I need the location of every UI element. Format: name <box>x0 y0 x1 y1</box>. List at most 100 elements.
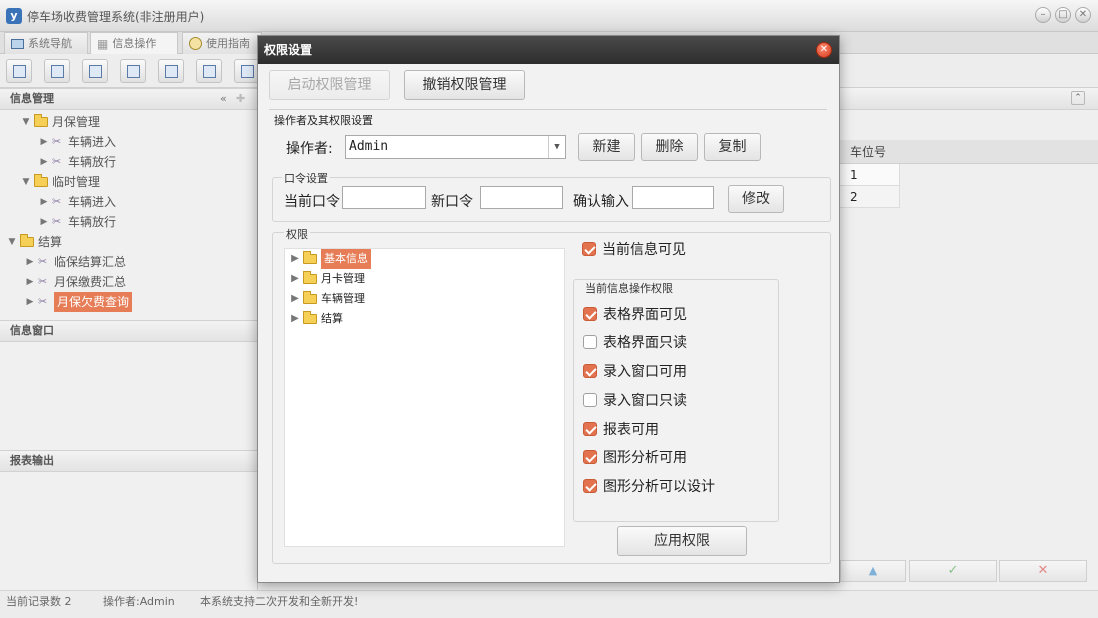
op-checkbox-row[interactable]: 图形分析可以设计 <box>583 476 715 496</box>
confirm-button[interactable]: ✓ <box>909 560 997 582</box>
document-tool-button[interactable] <box>82 59 108 83</box>
clock-icon <box>189 37 202 50</box>
op-checkbox[interactable] <box>583 479 597 493</box>
tree-label: 临时管理 <box>52 175 101 189</box>
perm-tree-item[interactable]: ▶ 月卡管理 <box>289 269 564 289</box>
collapsed-arrow-icon[interactable]: ▶ <box>38 132 50 152</box>
close-window-button[interactable]: ✕ <box>1075 7 1091 23</box>
tree-node-settle-temp[interactable]: ▶ ✂ 临保结算汇总 <box>6 252 132 272</box>
new-password-input[interactable] <box>480 186 563 209</box>
expanded-arrow-icon[interactable]: ▼ <box>6 232 18 252</box>
op-checkbox[interactable] <box>583 450 597 464</box>
expanded-arrow-icon[interactable]: ▼ <box>20 172 32 192</box>
permission-tree[interactable]: ▶ 基本信息 ▶ 月卡管理 ▶ 车辆管理 ▶ 结算 <box>284 248 565 547</box>
expanded-arrow-icon[interactable]: ▼ <box>20 112 32 132</box>
tree-node-temp-in[interactable]: ▶ ✂ 车辆进入 <box>20 192 116 212</box>
enable-permission-button[interactable]: 启动权限管理 <box>269 70 390 100</box>
perm-tree-item[interactable]: ▶ 结算 <box>289 309 564 329</box>
chevron-down-icon[interactable]: ▼ <box>548 136 565 158</box>
op-checkbox-row[interactable]: 报表可用 <box>583 419 715 439</box>
tab-info-ops[interactable]: ▦ 信息操作 <box>90 32 178 54</box>
collapse-left-icon[interactable]: « <box>220 89 227 109</box>
tree-node-monthly[interactable]: ▼ 月保管理 <box>20 112 116 132</box>
permission-dialog: 权限设置 ✕ 启动权限管理 撤销权限管理 操作者及其权限设置 操作者: Admi… <box>257 35 840 583</box>
dialog-title: 权限设置 <box>258 36 839 64</box>
tools-icon: ✂ <box>52 215 62 228</box>
visible-checkbox[interactable] <box>582 242 596 256</box>
tree-node-temp-out[interactable]: ▶ ✂ 车辆放行 <box>20 212 116 232</box>
table-cell[interactable]: 1 <box>840 164 900 186</box>
op-checkbox[interactable] <box>583 364 597 378</box>
op-checkbox-row[interactable]: 图形分析可用 <box>583 447 715 467</box>
confirm-password-input[interactable] <box>632 186 714 209</box>
add-icon[interactable]: ✚ <box>236 89 245 109</box>
tree-label: 车辆进入 <box>68 195 117 209</box>
collapsed-arrow-icon[interactable]: ▶ <box>24 292 36 312</box>
tab-system-nav[interactable]: 系统导航 <box>4 32 88 54</box>
tab-user-guide[interactable]: 使用指南 <box>182 32 262 54</box>
delete-button[interactable]: 删除 <box>641 133 698 161</box>
tools-icon: ✂ <box>38 255 48 268</box>
op-checkbox-row[interactable]: 录入窗口可用 <box>583 361 715 381</box>
tree-node-monthly-out[interactable]: ▶ ✂ 车辆放行 <box>20 152 116 172</box>
ops-group-label: 当前信息操作权限 <box>583 280 675 296</box>
window-tool-button[interactable] <box>158 59 184 83</box>
op-checkbox[interactable] <box>583 422 597 436</box>
collapsed-arrow-icon[interactable]: ▶ <box>38 212 50 232</box>
separator <box>269 109 827 110</box>
op-checkbox[interactable] <box>583 393 597 407</box>
panel-title: 报表输出 <box>10 454 54 467</box>
perm-tree-item[interactable]: ▶ 车辆管理 <box>289 289 564 309</box>
tools-icon: ✂ <box>52 135 62 148</box>
folder-icon <box>34 114 48 127</box>
op-checkbox-row[interactable]: 录入窗口只读 <box>583 390 715 410</box>
apply-permission-button[interactable]: 应用权限 <box>617 526 747 556</box>
collapsed-arrow-icon[interactable]: ▶ <box>38 152 50 172</box>
cancel-button[interactable]: ✕ <box>999 560 1087 582</box>
current-password-input[interactable] <box>342 186 426 209</box>
column-header-space-no[interactable]: 车位号 <box>840 140 1098 164</box>
operator-select[interactable]: Admin ▼ <box>345 135 566 159</box>
tree-node-settle-monthly[interactable]: ▶ ✂ 月保缴费汇总 <box>6 272 132 292</box>
new-button[interactable]: 新建 <box>578 133 635 161</box>
tree-node-settle[interactable]: ▼ 结算 <box>6 232 132 252</box>
close-icon[interactable]: ✕ <box>816 42 832 58</box>
visible-checkbox-row[interactable]: 当前信息可见 <box>582 239 686 259</box>
collapse-up-icon[interactable]: ⌃ <box>1071 91 1085 105</box>
window-title: 停车场收费管理系统(非注册用户) <box>27 10 205 24</box>
tools-icon: ✂ <box>38 295 48 308</box>
collapsed-arrow-icon[interactable]: ▶ <box>38 192 50 212</box>
tree-node-settle-arrears[interactable]: ▶ ✂ 月保欠费查询 <box>6 292 133 312</box>
modify-button[interactable]: 修改 <box>728 185 784 213</box>
users-tool-button[interactable] <box>120 59 146 83</box>
collapsed-arrow-icon[interactable]: ▶ <box>289 249 301 269</box>
copy-button[interactable]: 复制 <box>704 133 761 161</box>
tree-node-monthly-in[interactable]: ▶ ✂ 车辆进入 <box>20 132 116 152</box>
list-tool-button[interactable] <box>44 59 70 83</box>
tree-node-temp[interactable]: ▼ 临时管理 <box>20 172 116 192</box>
maximize-button[interactable]: □ <box>1055 7 1071 23</box>
collapsed-arrow-icon[interactable]: ▶ <box>24 252 36 272</box>
op-checkbox[interactable] <box>583 335 597 349</box>
disable-permission-button[interactable]: 撤销权限管理 <box>404 70 525 100</box>
panel-title: 信息窗口 <box>10 324 54 337</box>
collapsed-arrow-icon[interactable]: ▶ <box>289 309 301 329</box>
collapsed-arrow-icon[interactable]: ▶ <box>289 269 301 289</box>
left-sidebar: 信息管理 « ✚ ▼ 月保管理 ▶ ✂ 车辆进入 ▶ ✂ 车辆放行 ▼ 临时管理 ▶ ✂ 车辆进… <box>0 88 258 590</box>
move-up-button[interactable]: ▲ <box>840 560 906 582</box>
perm-tree-item[interactable]: ▶ 基本信息 <box>289 249 564 269</box>
op-checkbox-row[interactable]: 表格界面只读 <box>583 332 715 352</box>
op-checkbox[interactable] <box>583 307 597 321</box>
table-cell[interactable]: 2 <box>840 186 900 208</box>
checkbox-label: 图形分析可以设计 <box>603 479 715 495</box>
collapsed-arrow-icon[interactable]: ▶ <box>289 289 301 309</box>
search-tool-button[interactable] <box>6 59 32 83</box>
folder-icon <box>303 251 317 264</box>
tree-label-selected: 月保欠费查询 <box>54 292 133 312</box>
collapsed-arrow-icon[interactable]: ▶ <box>24 272 36 292</box>
folder-icon <box>34 174 48 187</box>
minimize-button[interactable]: – <box>1035 7 1051 23</box>
export-tool-button[interactable] <box>196 59 222 83</box>
tree-label: 临保结算汇总 <box>54 255 127 269</box>
op-checkbox-row[interactable]: 表格界面可见 <box>583 304 715 324</box>
